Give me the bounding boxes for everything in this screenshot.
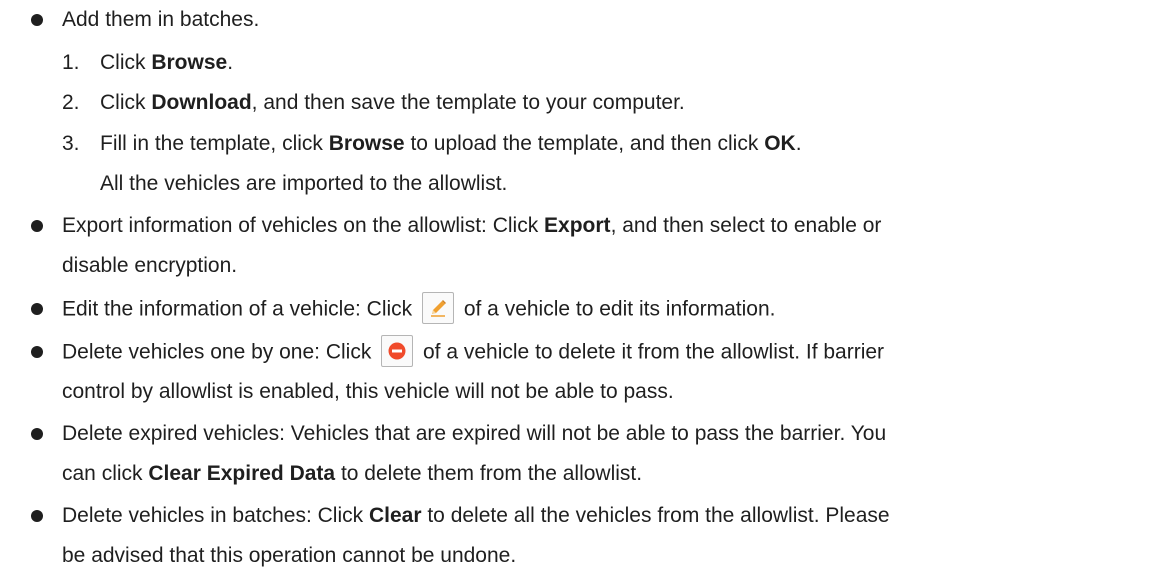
browse-label: Browse xyxy=(151,51,228,74)
ok-label: OK xyxy=(764,132,796,155)
document: Add them in batches. 1. Click Browse. 2.… xyxy=(0,0,1170,576)
step-text: Fill in the template, click Browse to up… xyxy=(100,132,802,155)
delete-icon xyxy=(381,335,414,367)
step-text: Click Download, and then save the templa… xyxy=(100,91,685,114)
delete-expired-text: Delete expired vehicles: Vehicles that a… xyxy=(62,422,887,445)
bullet-dot xyxy=(31,220,43,232)
browse-label: Browse xyxy=(328,132,405,155)
bullet-dot xyxy=(31,510,43,522)
bullet-dot xyxy=(31,14,43,26)
bullet-dot xyxy=(31,346,43,358)
step-number: 2. xyxy=(62,91,80,114)
bullet-dot xyxy=(31,303,43,315)
pencil-icon xyxy=(422,292,454,324)
bullet-dot xyxy=(31,428,43,440)
step-result-text: All the vehicles are imported to the all… xyxy=(100,172,508,195)
export-text: Export information of vehicles on the al… xyxy=(62,214,882,237)
export-label: Export xyxy=(544,214,611,237)
delete-one-text: Delete vehicles one by one: Click of a v… xyxy=(62,335,884,367)
clear-expired-data-label: Clear Expired Data xyxy=(148,462,336,485)
step-text: Click Browse. xyxy=(100,51,234,74)
step-number: 3. xyxy=(62,132,80,155)
delete-batch-text: Delete vehicles in batches: Click Clear … xyxy=(62,504,890,527)
batch-intro: Add them in batches. xyxy=(62,8,260,31)
step-number: 1. xyxy=(62,51,80,74)
edit-text: Edit the information of a vehicle: Click… xyxy=(62,292,776,324)
download-label: Download xyxy=(151,91,252,114)
clear-label: Clear xyxy=(368,504,422,527)
